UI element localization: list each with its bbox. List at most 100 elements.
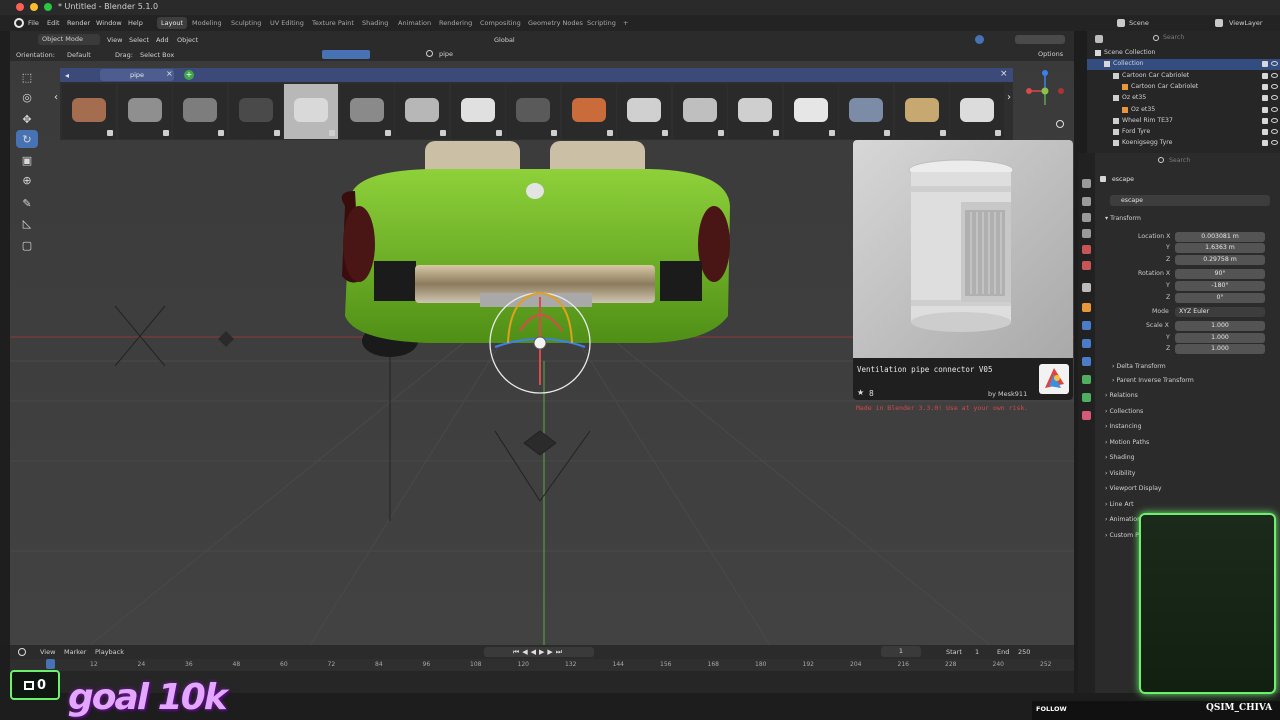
asset-thumb-pipe-elbow[interactable] [173, 84, 227, 139]
outliner-row[interactable]: Collection [1087, 59, 1280, 71]
tab-rendering[interactable]: Rendering [435, 17, 476, 29]
location-z-field[interactable]: 0.29758 m [1175, 255, 1265, 265]
physics-tab-icon[interactable] [1082, 357, 1091, 366]
options-dropdown[interactable]: Options [1038, 50, 1063, 58]
tab-scripting[interactable]: Scripting [583, 17, 620, 29]
annotate-tool-icon[interactable]: ✎ [16, 194, 38, 212]
transform-panel-header[interactable]: ▾ Transform [1105, 215, 1141, 222]
particles-tab-icon[interactable] [1082, 339, 1091, 348]
drag-dropdown[interactable]: Select Box [140, 51, 174, 59]
outliner-row[interactable]: Scene Collection [1087, 48, 1280, 59]
frame-cursor[interactable] [46, 659, 55, 669]
mode-selector[interactable]: Object Mode [38, 34, 100, 45]
exclude-checkbox[interactable] [1262, 140, 1268, 147]
outliner-row[interactable]: Koenigsegg Tyre [1087, 138, 1280, 149]
scale-tool-icon[interactable]: ▣ [16, 151, 38, 169]
scale-y-field[interactable]: 1.000 [1175, 333, 1265, 343]
scroll-right-icon[interactable]: › [1007, 92, 1011, 103]
tab-texture-paint[interactable]: Texture Paint [308, 17, 358, 29]
delta-transform-section[interactable]: › Delta Transform [1112, 363, 1166, 370]
property-section-header[interactable]: › Animation [1105, 516, 1141, 523]
select-mode-icons[interactable] [322, 50, 370, 59]
asset-thumb-hook-pipe[interactable] [617, 84, 671, 139]
rotation-mode-dropdown[interactable]: XYZ Euler [1175, 307, 1265, 317]
data-tab-icon[interactable] [1082, 393, 1091, 402]
cursor-tool-icon[interactable]: ◎ [16, 88, 38, 106]
asset-search-input[interactable]: pipe [439, 50, 453, 58]
asset-thumb-white-cylinder[interactable] [450, 84, 505, 139]
visibility-eye-icon[interactable] [1271, 129, 1278, 135]
rotate-tool-icon[interactable]: ↻ [16, 130, 38, 148]
asset-thumb-valve-pipe[interactable] [395, 84, 449, 139]
menu-render[interactable]: Render [67, 19, 90, 27]
output-tab-icon[interactable] [1082, 213, 1091, 222]
measure-tool-icon[interactable]: ◺ [16, 214, 38, 232]
playback-controls[interactable]: ⏮◀◀▶▶⏭ [484, 647, 594, 657]
menu-file[interactable]: File [28, 19, 39, 27]
property-section-header[interactable]: › Viewport Display [1105, 485, 1162, 492]
render-tab-icon[interactable] [1082, 197, 1091, 206]
property-section-header[interactable]: › Relations [1105, 392, 1138, 399]
location-x-field[interactable]: 0.003081 m [1175, 232, 1265, 242]
outliner-search-input[interactable]: Search [1163, 34, 1184, 41]
close-asset-browser-icon[interactable]: × [1000, 69, 1008, 79]
location-y-field[interactable]: 1.6363 m [1175, 243, 1265, 253]
tab-compositing[interactable]: Compositing [476, 17, 525, 29]
blender-logo-icon[interactable] [14, 18, 24, 28]
viewport-menu-view[interactable]: View [107, 36, 122, 44]
add-cube-tool-icon[interactable]: ▢ [16, 236, 38, 254]
tab-uv-editing[interactable]: UV Editing [266, 17, 308, 29]
shading-mode-icons[interactable] [1015, 35, 1065, 44]
collection-tab-icon[interactable] [1082, 283, 1091, 292]
timeline-menu-marker[interactable]: Marker [64, 648, 86, 656]
asset-thumb-steel-rod[interactable] [117, 84, 172, 139]
visibility-eye-icon[interactable] [1271, 72, 1278, 78]
material-tab-icon[interactable] [1082, 411, 1091, 420]
visibility-eye-icon[interactable] [1271, 117, 1278, 123]
property-section-header[interactable]: › Collections [1105, 408, 1143, 415]
scene-selector[interactable]: Scene [1129, 19, 1149, 27]
start-frame-field[interactable]: 1 [975, 648, 979, 656]
outliner-row[interactable]: Wheel Rim TE37 [1087, 116, 1280, 127]
overlay-icon[interactable] [975, 35, 984, 44]
exclude-checkbox[interactable] [1262, 72, 1268, 79]
asset-thumb-u-bolt[interactable] [506, 84, 560, 139]
property-section-header[interactable]: › Instancing [1105, 423, 1142, 430]
property-section-header[interactable]: › Visibility [1105, 470, 1135, 477]
scale-x-field[interactable]: 1.000 [1175, 321, 1265, 331]
object-tab-icon[interactable] [1082, 303, 1091, 312]
asset-thumb-pipe-connector[interactable] [950, 84, 1004, 139]
orientation-dropdown[interactable]: Default [67, 51, 91, 59]
end-frame-field[interactable]: 250 [1018, 648, 1030, 656]
timeline-menu-playback[interactable]: Playback [95, 648, 124, 656]
world-tab-icon[interactable] [1082, 261, 1091, 270]
scroll-left-icon[interactable]: ‹ [54, 92, 58, 103]
visibility-eye-icon[interactable] [1271, 83, 1278, 89]
back-arrow-icon[interactable]: ◂ [65, 71, 69, 80]
outliner-row[interactable]: Cartoon Car Cabriolet [1087, 71, 1280, 82]
outliner-row[interactable]: Oz et35 [1087, 93, 1280, 104]
rotation-x-field[interactable]: 90° [1175, 269, 1265, 279]
asset-tab[interactable]: pipe [100, 69, 174, 81]
rotation-z-field[interactable]: 0° [1175, 293, 1265, 303]
view-layer-tab-icon[interactable] [1082, 229, 1091, 238]
zoom-icon[interactable] [1056, 120, 1064, 128]
asset-thumb-ventilation-pipe[interactable] [284, 84, 338, 139]
navigation-gizmo[interactable] [1025, 69, 1065, 109]
minimize-window-icon[interactable] [30, 3, 38, 11]
menu-help[interactable]: Help [128, 19, 143, 27]
tab-sculpting[interactable]: Sculpting [227, 17, 265, 29]
select-tool-icon[interactable]: ⬚ [16, 68, 38, 86]
scene-tab-icon[interactable] [1082, 245, 1091, 254]
scale-z-field[interactable]: 1.000 [1175, 344, 1265, 354]
tool-tab-icon[interactable] [1082, 179, 1091, 188]
asset-thumb-drain-cover[interactable] [783, 84, 838, 139]
transform-space-dropdown[interactable]: Global [494, 36, 515, 44]
exclude-checkbox[interactable] [1262, 95, 1268, 102]
asset-thumb-graffiti-tile[interactable] [561, 84, 616, 139]
exclude-checkbox[interactable] [1262, 129, 1268, 136]
tab-shading[interactable]: Shading [358, 17, 392, 29]
viewport-menu-select[interactable]: Select [129, 36, 149, 44]
visibility-eye-icon[interactable] [1271, 106, 1278, 112]
asset-thumb-dark-elbow[interactable] [228, 84, 283, 139]
